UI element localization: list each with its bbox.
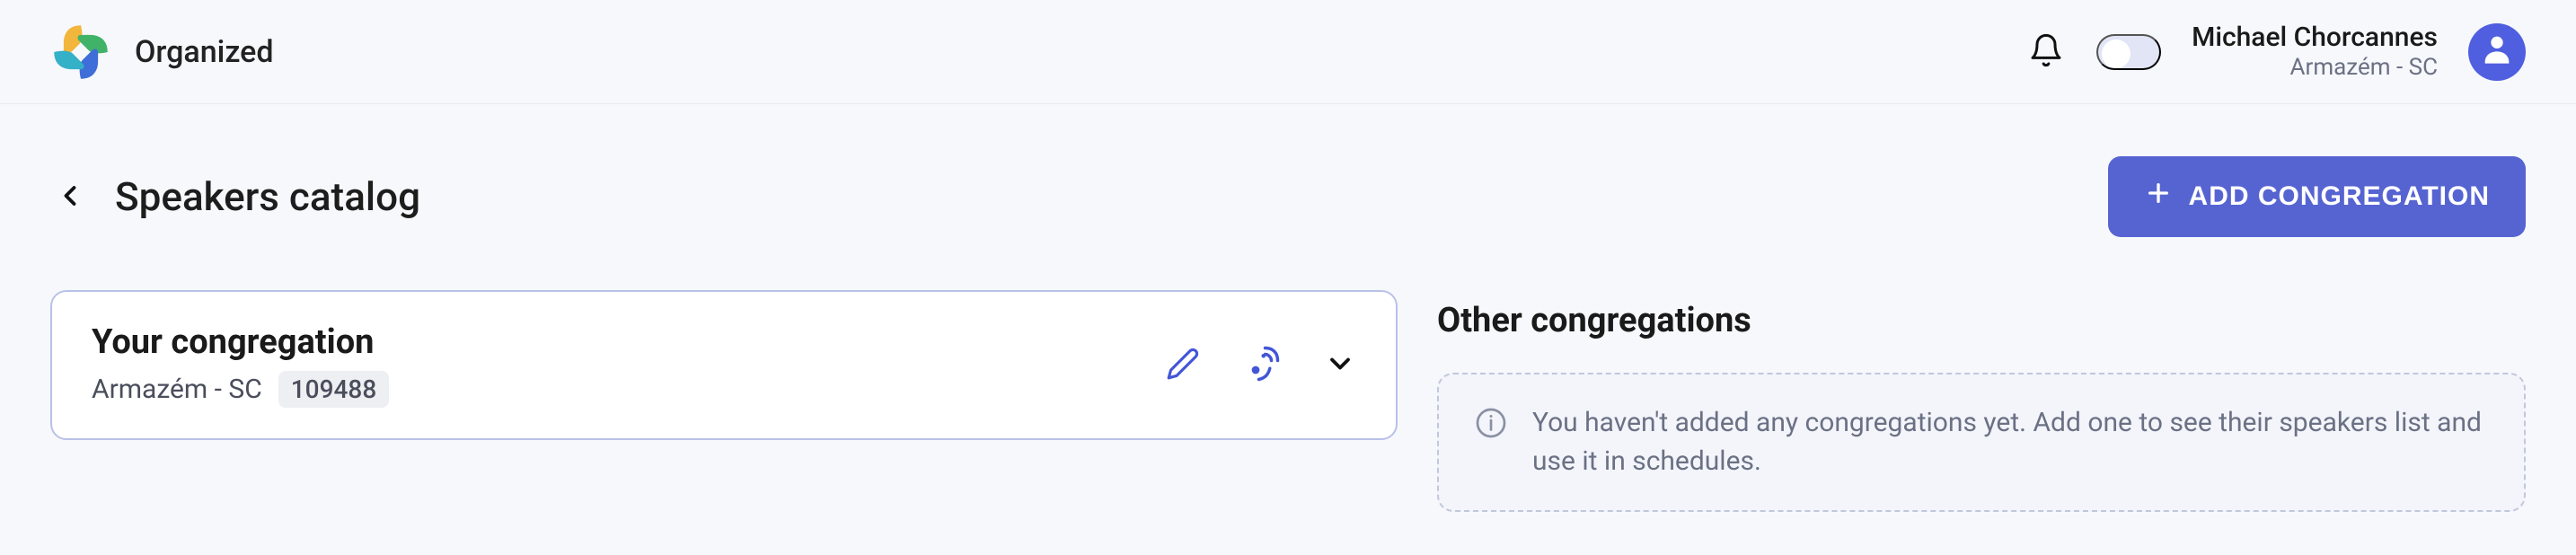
your-congregation-card[interactable]: Your congregation Armazém - SC 109488 <box>50 290 1398 440</box>
user-name: Michael Chorcannes <box>2192 22 2438 54</box>
user-menu[interactable]: Michael Chorcannes Armazém - SC <box>2192 22 2438 82</box>
toggle-knob-icon <box>2102 40 2130 68</box>
user-congregation: Armazém - SC <box>2290 54 2438 82</box>
add-congregation-button[interactable]: ADD CONGREGATION <box>2108 156 2526 237</box>
notifications-button[interactable] <box>2026 32 2066 72</box>
page-title: Speakers catalog <box>115 173 420 220</box>
broadcast-icon <box>1243 345 1281 385</box>
app-logo-icon <box>50 22 111 83</box>
pencil-icon <box>1166 347 1200 383</box>
bell-icon <box>2028 32 2064 71</box>
empty-state: You haven't added any congregations yet.… <box>1437 373 2526 512</box>
topbar: Organized Michael Chorcannes Armazém - S… <box>0 0 2576 104</box>
add-congregation-label: ADD CONGREGATION <box>2189 181 2490 212</box>
your-congregation-section: Your congregation Armazém - SC 109488 <box>50 290 1398 440</box>
back-button[interactable] <box>50 177 90 216</box>
user-icon <box>2479 31 2515 73</box>
expand-button[interactable] <box>1324 348 1356 383</box>
other-congregations-heading: Other congregations <box>1437 301 2526 340</box>
info-icon <box>1475 407 1507 451</box>
avatar[interactable] <box>2468 23 2526 81</box>
brand[interactable]: Organized <box>50 22 274 83</box>
chevron-left-icon <box>54 180 86 215</box>
your-congregation-heading: Your congregation <box>92 322 389 362</box>
share-button[interactable] <box>1243 345 1281 385</box>
plus-icon <box>2144 179 2173 215</box>
edit-button[interactable] <box>1166 347 1200 383</box>
other-congregations-section: Other congregations You haven't added an… <box>1437 290 2526 512</box>
theme-toggle[interactable] <box>2096 34 2161 70</box>
page-header: Speakers catalog ADD CONGREGATION <box>50 147 2526 247</box>
page: Speakers catalog ADD CONGREGATION Your c… <box>0 104 2576 555</box>
empty-state-message: You haven't added any congregations yet.… <box>1532 403 2488 481</box>
congregation-name: Armazém - SC <box>92 374 262 405</box>
app-name: Organized <box>135 34 274 70</box>
congregation-code-chip: 109488 <box>278 371 389 408</box>
chevron-down-icon <box>1324 348 1356 383</box>
